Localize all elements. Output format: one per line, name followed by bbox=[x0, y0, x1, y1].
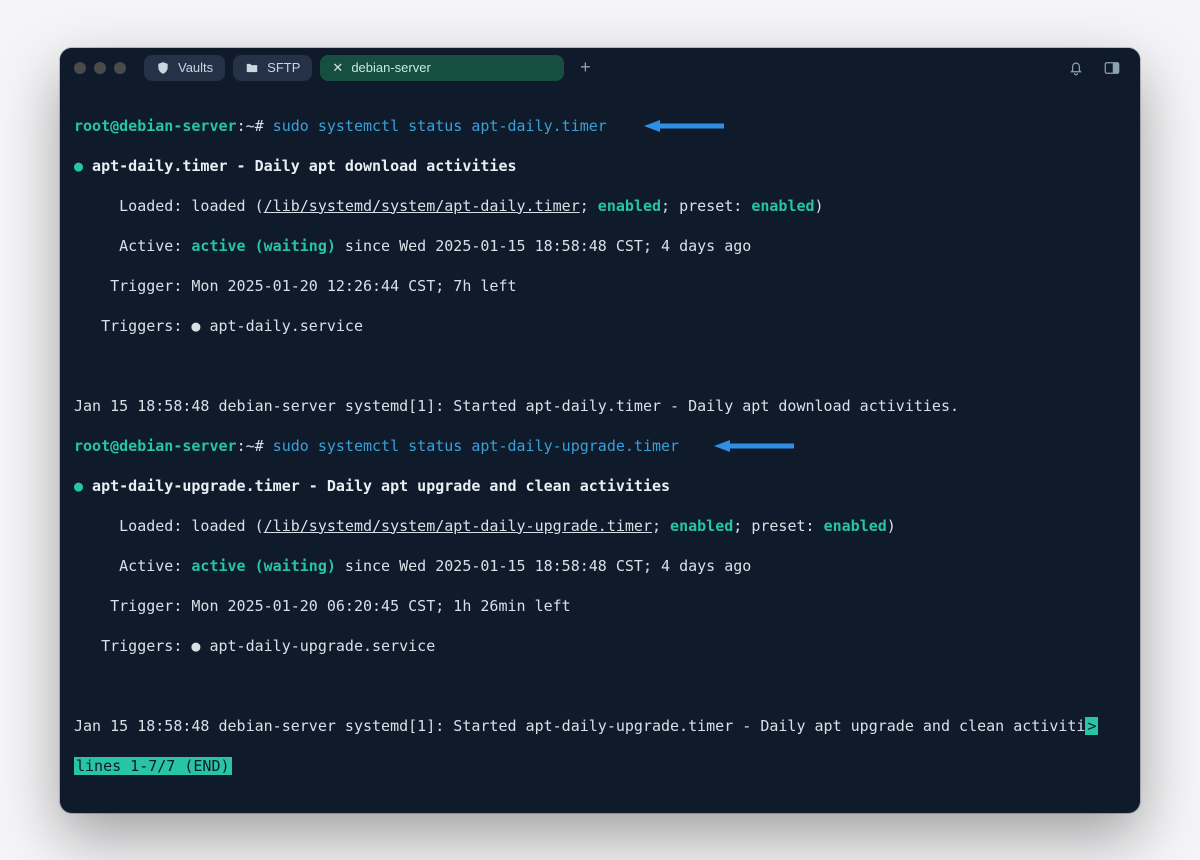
output-line: Jan 15 18:58:48 debian-server systemd[1]… bbox=[74, 716, 1126, 736]
output-line: Loaded: loaded (/lib/systemd/system/apt-… bbox=[74, 516, 1126, 536]
prompt-line-2: root@debian-server:~# sudo systemctl sta… bbox=[74, 436, 1126, 456]
panel-icon bbox=[1103, 59, 1121, 77]
output-line: ● apt-daily.timer - Daily apt download a… bbox=[74, 156, 1126, 176]
output-line: Active: active (waiting) since Wed 2025-… bbox=[74, 236, 1126, 256]
tab-label: Vaults bbox=[178, 60, 213, 75]
zoom-window-dot[interactable] bbox=[114, 62, 126, 74]
bell-icon bbox=[1067, 59, 1085, 77]
tab-label: SFTP bbox=[267, 60, 300, 75]
shield-icon bbox=[156, 61, 170, 75]
terminal-output[interactable]: root@debian-server:~# sudo systemctl sta… bbox=[60, 88, 1140, 813]
output-line: Trigger: Mon 2025-01-20 06:20:45 CST; 1h… bbox=[74, 596, 1126, 616]
tab-debian-server[interactable]: ✕ debian-server bbox=[320, 55, 564, 81]
output-line: Active: active (waiting) since Wed 2025-… bbox=[74, 556, 1126, 576]
titlebar: Vaults SFTP ✕ debian-server + bbox=[60, 48, 1140, 88]
close-window-dot[interactable] bbox=[74, 62, 86, 74]
new-tab-button[interactable]: + bbox=[572, 55, 598, 81]
output-line: Triggers: ● apt-daily.service bbox=[74, 316, 1126, 336]
pager-overflow: > bbox=[1085, 717, 1098, 735]
minimize-window-dot[interactable] bbox=[94, 62, 106, 74]
annotation-arrow-2 bbox=[714, 438, 794, 454]
prompt-line-1: root@debian-server:~# sudo systemctl sta… bbox=[74, 116, 1126, 136]
output-line: Loaded: loaded (/lib/systemd/system/apt-… bbox=[74, 196, 1126, 216]
output-line: Jan 15 18:58:48 debian-server systemd[1]… bbox=[74, 396, 1126, 416]
output-line: Trigger: Mon 2025-01-20 12:26:44 CST; 7h… bbox=[74, 276, 1126, 296]
plus-icon: + bbox=[580, 57, 591, 78]
notifications-button[interactable] bbox=[1062, 54, 1090, 82]
terminal-window: Vaults SFTP ✕ debian-server + ro bbox=[60, 48, 1140, 813]
output-line: Triggers: ● apt-daily-upgrade.service bbox=[74, 636, 1126, 656]
blank-line bbox=[74, 676, 1126, 696]
pager-status: lines 1-7/7 (END) bbox=[74, 756, 1126, 776]
tab-label: debian-server bbox=[351, 60, 431, 75]
blank-line bbox=[74, 356, 1126, 376]
window-controls[interactable] bbox=[74, 62, 126, 74]
output-line: ● apt-daily-upgrade.timer - Daily apt up… bbox=[74, 476, 1126, 496]
close-tab-icon[interactable]: ✕ bbox=[332, 60, 343, 76]
folder-icon bbox=[245, 61, 259, 75]
tab-vaults[interactable]: Vaults bbox=[144, 55, 225, 81]
sidebar-toggle-button[interactable] bbox=[1098, 54, 1126, 82]
annotation-arrow-1 bbox=[644, 118, 724, 134]
tab-sftp[interactable]: SFTP bbox=[233, 55, 312, 81]
